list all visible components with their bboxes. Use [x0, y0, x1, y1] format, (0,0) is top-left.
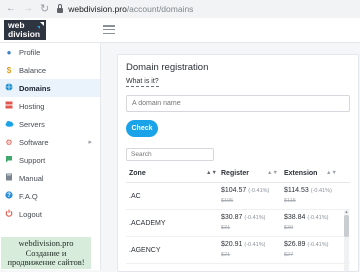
logo[interactable]: web division	[4, 20, 46, 40]
extension-discount: (-0.41%)	[307, 215, 329, 221]
sidebar-item-label: Domains	[19, 83, 51, 93]
extension-discount: (-0.41%)	[310, 188, 332, 194]
reload-icon[interactable]: ↻	[40, 0, 49, 18]
what-is-it-link[interactable]: What is it?	[126, 78, 159, 87]
column-header-zone[interactable]: Zone	[129, 170, 146, 177]
table-scrollbar[interactable]: ▲	[344, 209, 349, 271]
dollar-icon: $	[6, 65, 12, 75]
register-old-price: $105	[221, 198, 234, 204]
book-icon	[4, 173, 14, 183]
url-host: webdivision.pro	[68, 4, 127, 14]
table-header: Zone ▲▼ Register ▲▼ Extension ▲▼	[126, 164, 350, 183]
extension-price-value: $38.84	[284, 214, 306, 221]
sidebar-item-balance[interactable]: $ Balance	[0, 61, 100, 79]
register-discount: (-0.41%)	[248, 188, 270, 194]
table-row: .ACADEMY $30.87 (-0.41%) $31 $38.84 (-0.…	[126, 210, 350, 237]
sidebar-item-profile[interactable]: ● Profile	[0, 43, 100, 61]
back-arrow-icon[interactable]: ←	[6, 0, 16, 18]
sort-icon[interactable]: ▲▼	[206, 170, 217, 176]
sidebar-item-label: Software	[19, 137, 49, 147]
sidebar-item-hosting[interactable]: Hosting	[0, 97, 100, 115]
register-old-price: $21	[221, 252, 231, 258]
extension-old-price: $39	[284, 225, 294, 231]
extension-price: $114.53 (-0.41%)	[284, 187, 332, 194]
zone-cell: .AC	[129, 193, 141, 200]
cloud-icon	[4, 120, 14, 129]
sort-icon[interactable]: ▲▼	[267, 170, 278, 176]
sidebar-item-label: Balance	[19, 65, 47, 75]
hosting-icon	[4, 101, 14, 111]
chevron-right-icon: ▸	[88, 139, 92, 146]
address-bar[interactable]: webdivision.pro/account/domains	[68, 4, 193, 14]
table-row: .AGENCY $20.91 (-0.41%) $21 $26.89 (-0.4…	[126, 237, 350, 264]
sidebar: ● Profile $ Balance Domains Hosting Serv…	[0, 43, 101, 270]
sidebar-item-label: Profile	[19, 47, 41, 57]
check-button[interactable]: Check	[126, 120, 158, 137]
column-header-extension[interactable]: Extension	[284, 170, 317, 177]
main-content: Domain registration What is it? Check Zo…	[101, 43, 360, 272]
zone-cell: .AGENCY	[129, 247, 161, 254]
sidebar-item-support[interactable]: Support	[0, 151, 100, 169]
extension-price-value: $26.89	[284, 241, 306, 248]
sidebar-item-label: Logout	[19, 209, 42, 219]
sidebar-item-label: F.A.Q	[19, 191, 38, 201]
hamburger-menu-icon[interactable]	[103, 25, 115, 34]
extension-old-price: $27	[284, 252, 294, 258]
promo-watermark: webdivision.pro Создание и продвижение с…	[1, 237, 91, 269]
sidebar-item-label: Manual	[19, 173, 44, 183]
person-icon: ●	[6, 47, 12, 57]
extension-price-value: $114.53	[284, 187, 309, 194]
register-price-value: $20.91	[221, 241, 243, 248]
register-price: $30.87 (-0.41%)	[221, 214, 265, 221]
chat-icon	[4, 155, 14, 165]
sidebar-item-domains[interactable]: Domains	[0, 79, 100, 97]
register-price-value: $30.87	[221, 214, 243, 221]
forward-arrow-icon[interactable]: →	[23, 0, 33, 18]
register-price-value: $104.57	[221, 187, 247, 194]
register-price: $104.57 (-0.41%)	[221, 187, 269, 194]
gear-icon: ⚙	[5, 137, 13, 147]
extension-discount: (-0.41%)	[307, 242, 329, 248]
extension-price: $26.89 (-0.41%)	[284, 241, 328, 248]
sidebar-item-faq[interactable]: ? F.A.Q	[0, 187, 100, 205]
sidebar-item-label: Support	[19, 155, 46, 165]
logo-mark-icon	[37, 22, 44, 29]
column-header-register[interactable]: Register	[221, 170, 249, 177]
globe-icon	[4, 83, 14, 93]
domain-registration-card: Domain registration What is it? Check Zo…	[117, 54, 359, 272]
domain-name-input[interactable]	[126, 95, 350, 112]
url-path: /account/domains	[126, 4, 194, 14]
sidebar-item-label: Servers	[19, 119, 45, 129]
sidebar-item-logout[interactable]: Logout	[0, 205, 100, 223]
table-row: .AC $104.57 (-0.41%) $105 $114.53 (-0.41…	[126, 183, 350, 210]
register-price: $20.91 (-0.41%)	[221, 241, 265, 248]
lock-icon	[57, 3, 64, 13]
sort-icon[interactable]: ▲▼	[326, 170, 337, 176]
power-icon	[4, 209, 14, 219]
register-discount: (-0.41%)	[244, 215, 266, 221]
sidebar-item-manual[interactable]: Manual	[0, 169, 100, 187]
register-old-price: $31	[221, 225, 231, 231]
scrollbar-thumb[interactable]	[344, 215, 349, 237]
svg-text:?: ?	[7, 193, 11, 199]
logo-line2: division	[8, 29, 41, 39]
question-icon: ?	[4, 191, 14, 201]
extension-old-price: $115	[284, 198, 296, 204]
browser-toolbar: ← → ↻ webdivision.pro/account/domains	[0, 0, 360, 19]
sidebar-item-label: Hosting	[19, 101, 45, 111]
extension-price: $38.84 (-0.41%)	[284, 214, 328, 221]
scroll-up-icon[interactable]: ▲	[344, 209, 349, 214]
zone-cell: .ACADEMY	[129, 220, 166, 227]
promo-line3: продвижение сайтов!	[7, 257, 85, 267]
sidebar-item-software[interactable]: ⚙ Software ▸	[0, 133, 100, 151]
site-header: web division	[0, 18, 360, 43]
search-input[interactable]	[126, 148, 214, 161]
sidebar-item-servers[interactable]: Servers	[0, 115, 100, 133]
page-title: Domain registration	[126, 62, 209, 73]
domain-price-table: Zone ▲▼ Register ▲▼ Extension ▲▼ .AC $10…	[126, 164, 350, 264]
register-discount: (-0.41%)	[244, 242, 266, 248]
